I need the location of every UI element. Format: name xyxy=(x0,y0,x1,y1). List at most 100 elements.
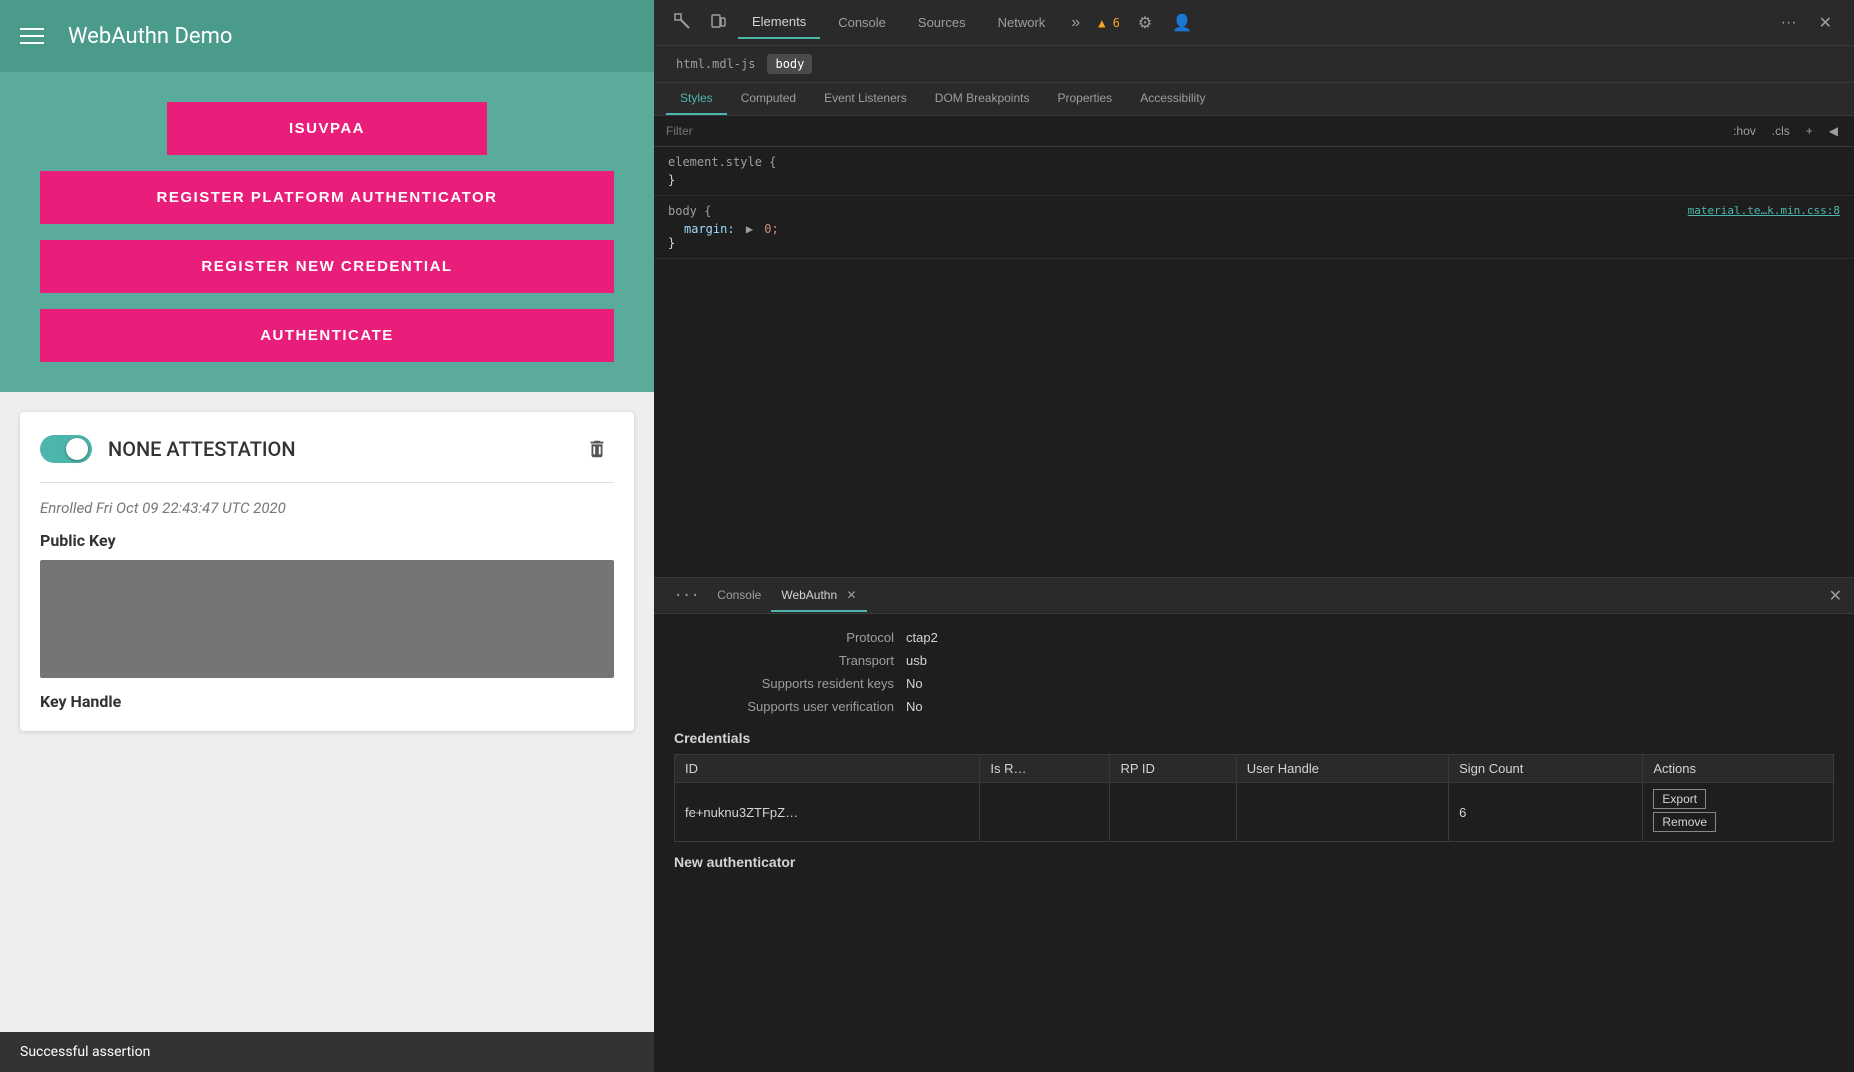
drawer-tab-webauthn[interactable]: WebAuthn ✕ xyxy=(771,580,866,612)
remove-button[interactable]: Remove xyxy=(1653,812,1716,832)
transport-row: Transport usb xyxy=(674,653,1834,668)
resident-keys-label: Supports resident keys xyxy=(674,676,894,691)
profile-button[interactable]: 👤 xyxy=(1164,9,1200,37)
tab-styles[interactable]: Styles xyxy=(666,83,727,115)
app-buttons-area: ISUVPAA REGISTER PLATFORM AUTHENTICATOR … xyxy=(0,72,654,392)
status-bar: Successful assertion xyxy=(0,1032,654,1072)
devtools-close-button[interactable]: ✕ xyxy=(1809,9,1842,37)
credential-card: NONE ATTESTATION Enrolled Fri Oct 09 22:… xyxy=(20,412,634,731)
th-rp-id: RP ID xyxy=(1110,755,1236,783)
new-authenticator-label: New authenticator xyxy=(674,854,1834,870)
more-options-button[interactable]: ··· xyxy=(1773,10,1805,36)
dom-tag-body[interactable]: body xyxy=(767,54,812,74)
css-prop-name: margin: xyxy=(684,222,735,236)
warning-badge: ▲ 6 xyxy=(1092,12,1126,34)
css-close-brace-2: } xyxy=(668,236,1840,250)
tab-elements[interactable]: Elements xyxy=(738,6,820,39)
td-id: fe+nuknu3ZTFpZ… xyxy=(675,783,980,842)
delete-icon xyxy=(586,438,608,460)
hov-button[interactable]: :hov xyxy=(1729,122,1760,140)
key-handle-label: Key Handle xyxy=(40,692,614,711)
drawer-tabs: ··· Console WebAuthn ✕ ✕ xyxy=(654,578,1854,614)
isuvpaa-button[interactable]: ISUVPAA xyxy=(167,102,487,155)
tab-accessibility[interactable]: Accessibility xyxy=(1126,83,1219,115)
css-rule-element-style: element.style { } xyxy=(654,147,1854,196)
credential-header-left: NONE ATTESTATION xyxy=(40,435,296,463)
hamburger-icon[interactable] xyxy=(20,28,44,44)
authenticate-button[interactable]: AUTHENTICATE xyxy=(40,309,614,362)
tab-event-listeners[interactable]: Event Listeners xyxy=(810,83,921,115)
td-rp-id xyxy=(1110,783,1236,842)
add-style-button[interactable]: + xyxy=(1802,122,1817,140)
inspect-icon-button[interactable] xyxy=(666,7,698,38)
cls-button[interactable]: .cls xyxy=(1768,122,1794,140)
transport-label: Transport xyxy=(674,653,894,668)
css-source-link[interactable]: material.te…k.min.css:8 xyxy=(1688,204,1840,222)
protocol-row: Protocol ctap2 xyxy=(674,630,1834,645)
filter-controls: :hov .cls + ◀ xyxy=(1729,122,1842,140)
dom-breadcrumb: html.mdl-js body xyxy=(654,46,1854,83)
status-message: Successful assertion xyxy=(20,1044,150,1060)
left-panel: WebAuthn Demo ISUVPAA REGISTER PLATFORM … xyxy=(0,0,654,1072)
devtools-panel: Elements Console Sources Network » ▲ 6 ⚙… xyxy=(654,0,1854,1072)
attestation-toggle[interactable] xyxy=(40,435,92,463)
transport-value: usb xyxy=(906,653,927,668)
webauthn-content: Protocol ctap2 Transport usb Supports re… xyxy=(654,614,1854,886)
filter-row: :hov .cls + ◀ xyxy=(654,116,1854,147)
td-actions: Export Remove xyxy=(1643,783,1834,842)
collapse-button[interactable]: ◀ xyxy=(1825,122,1842,140)
tab-sources[interactable]: Sources xyxy=(904,7,980,38)
register-credential-button[interactable]: REGISTER NEW CREDENTIAL xyxy=(40,240,614,293)
resident-keys-value: No xyxy=(906,676,923,691)
th-user-handle: User Handle xyxy=(1236,755,1448,783)
css-rule-body: body { material.te…k.min.css:8 margin: ▶… xyxy=(654,196,1854,259)
export-button[interactable]: Export xyxy=(1653,789,1706,809)
drawer-tab-close-icon[interactable]: ✕ xyxy=(847,588,857,602)
devtools-toolbar: Elements Console Sources Network » ▲ 6 ⚙… xyxy=(654,0,1854,46)
table-header-row: ID Is R… RP ID User Handle Sign Count Ac… xyxy=(675,755,1834,783)
td-is-r xyxy=(980,783,1110,842)
tab-console[interactable]: Console xyxy=(824,7,900,38)
table-row: fe+nuknu3ZTFpZ… 6 Export Remove xyxy=(675,783,1834,842)
tab-properties[interactable]: Properties xyxy=(1043,83,1126,115)
register-platform-button[interactable]: REGISTER PLATFORM AUTHENTICATOR xyxy=(40,171,614,224)
devtools-drawer: ··· Console WebAuthn ✕ ✕ Protocol ctap2 … xyxy=(654,577,1854,1072)
resident-keys-row: Supports resident keys No xyxy=(674,676,1834,691)
toggle-thumb xyxy=(66,438,88,460)
drawer-close-button[interactable]: ✕ xyxy=(1829,586,1842,606)
th-is-r: Is R… xyxy=(980,755,1110,783)
drawer-dots[interactable]: ··· xyxy=(666,588,707,604)
public-key-box xyxy=(40,560,614,678)
tab-network[interactable]: Network xyxy=(984,7,1060,38)
app-title: WebAuthn Demo xyxy=(68,24,232,49)
css-prop-margin: margin: ▶ 0; xyxy=(668,222,1840,236)
drawer-tab-console[interactable]: Console xyxy=(707,580,771,612)
user-verification-label: Supports user verification xyxy=(674,699,894,714)
td-sign-count: 6 xyxy=(1449,783,1643,842)
th-actions: Actions xyxy=(1643,755,1834,783)
protocol-value: ctap2 xyxy=(906,630,938,645)
public-key-label: Public Key xyxy=(40,531,614,550)
css-prop-arrow[interactable]: ▶ xyxy=(746,222,753,236)
device-toggle-button[interactable] xyxy=(702,7,734,38)
credential-header: NONE ATTESTATION xyxy=(40,432,614,483)
tab-computed[interactable]: Computed xyxy=(727,83,810,115)
filter-input[interactable] xyxy=(666,124,1721,138)
delete-credential-button[interactable] xyxy=(580,432,614,466)
tab-dom-breakpoints[interactable]: DOM Breakpoints xyxy=(921,83,1044,115)
credential-name: NONE ATTESTATION xyxy=(108,437,296,461)
css-prop-value: 0; xyxy=(764,222,778,236)
app-header: WebAuthn Demo xyxy=(0,0,654,72)
styles-area: Styles Computed Event Listeners DOM Brea… xyxy=(654,83,1854,577)
styles-tabs: Styles Computed Event Listeners DOM Brea… xyxy=(654,83,1854,116)
css-close-brace-1: } xyxy=(668,173,1840,187)
user-verification-value: No xyxy=(906,699,923,714)
credentials-table: ID Is R… RP ID User Handle Sign Count Ac… xyxy=(674,754,1834,842)
more-tabs-button[interactable]: » xyxy=(1063,8,1088,38)
td-user-handle xyxy=(1236,783,1448,842)
settings-button[interactable]: ⚙ xyxy=(1130,9,1160,37)
credentials-section: NONE ATTESTATION Enrolled Fri Oct 09 22:… xyxy=(0,392,654,1032)
th-sign-count: Sign Count xyxy=(1449,755,1643,783)
enrolled-date: Enrolled Fri Oct 09 22:43:47 UTC 2020 xyxy=(40,499,614,517)
dom-tag-html[interactable]: html.mdl-js xyxy=(668,54,763,74)
